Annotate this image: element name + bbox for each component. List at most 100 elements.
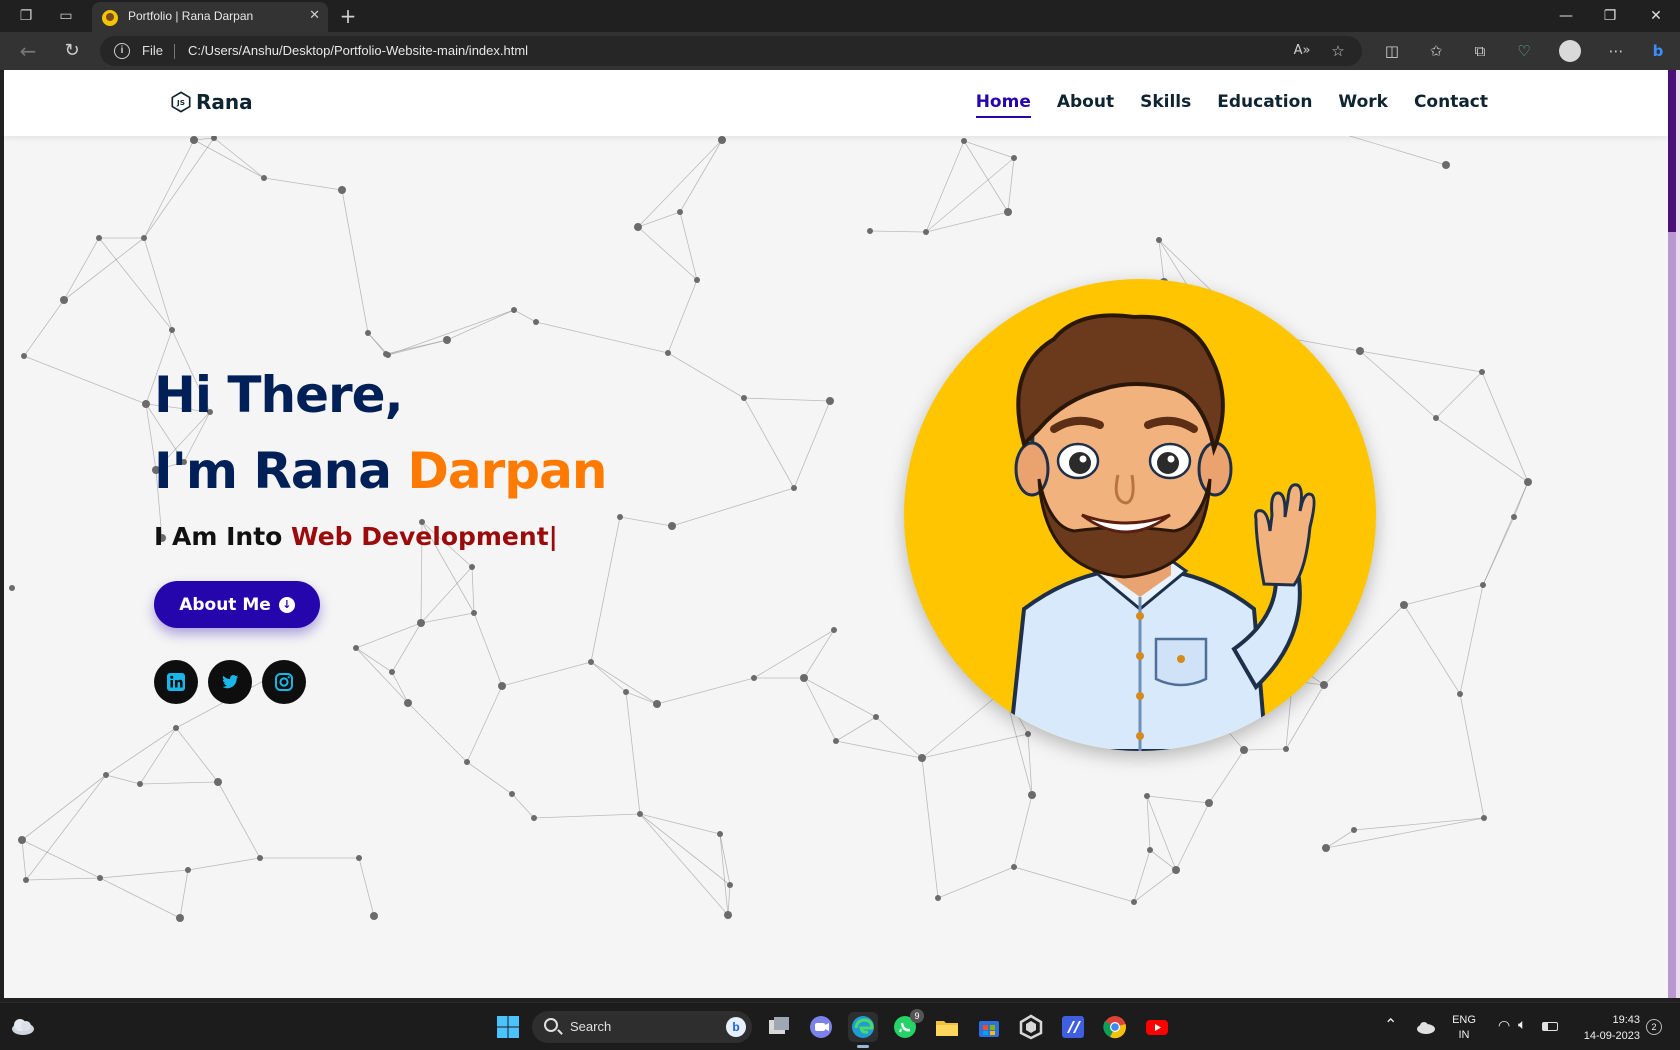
network-node (1205, 799, 1213, 807)
clock[interactable]: 19:43 14-09-2023 (1570, 1012, 1640, 1044)
network-node (173, 725, 179, 731)
network-node (96, 235, 102, 241)
volume-icon[interactable]: 🔈︎ (1518, 1016, 1526, 1033)
tab-actions-icon[interactable]: ▭ (54, 4, 78, 28)
address-separator (174, 44, 175, 59)
read-aloud-icon[interactable]: A» (1290, 39, 1314, 63)
nav-skills[interactable]: Skills (1140, 92, 1191, 118)
bing-icon[interactable]: b (726, 1017, 746, 1037)
browser-essentials-icon[interactable]: ♡ (1512, 39, 1536, 63)
microsoft-store-icon[interactable] (974, 1012, 1004, 1042)
network-node (961, 138, 967, 144)
hero-tagline: I Am Into Web Development| (154, 522, 558, 551)
network-node (389, 669, 395, 675)
network-node (718, 136, 726, 144)
network-node (261, 175, 267, 181)
page-viewport: JS Rana Home About Skills Education Work… (4, 70, 1668, 998)
site-info-icon[interactable]: i (114, 43, 130, 59)
back-icon[interactable]: ← (16, 39, 40, 63)
visual-studio-app-icon[interactable] (1058, 1012, 1088, 1042)
split-screen-icon[interactable]: ◫ (1380, 39, 1404, 63)
url-text[interactable]: C:/Users/Anshu/Desktop/Portfolio-Website… (188, 43, 528, 58)
network-node (1147, 847, 1153, 853)
battery-icon[interactable] (1542, 1022, 1558, 1031)
network-node (417, 619, 425, 627)
search-label: Search (570, 1019, 612, 1034)
region-code: IN (1458, 1029, 1470, 1041)
notification-badge[interactable]: 2 (1646, 1019, 1662, 1035)
network-node (1240, 746, 1248, 754)
network-node (1011, 155, 1017, 161)
network-node (176, 914, 184, 922)
linkedin-icon (167, 673, 185, 691)
network-node (185, 867, 191, 873)
copilot-icon[interactable]: b (1646, 39, 1670, 63)
linkedin-link[interactable] (154, 660, 198, 704)
language-code: ENG (1452, 1014, 1476, 1026)
address-bar[interactable]: i File C:/Users/Anshu/Desktop/Portfolio-… (100, 36, 1362, 66)
more-menu-icon[interactable]: ⋯ (1604, 39, 1628, 63)
site-logo[interactable]: JS Rana (170, 90, 253, 114)
network-node (498, 682, 506, 690)
onedrive-icon[interactable] (1416, 1019, 1436, 1038)
tab-close-icon[interactable]: ✕ (309, 8, 320, 23)
network-node (617, 514, 623, 520)
network-node (1400, 601, 1408, 609)
search-icon (544, 1018, 558, 1032)
waving-man-avatar (1006, 313, 1316, 751)
network-node (1320, 681, 1328, 689)
taskbar-search[interactable]: Search b (532, 1011, 752, 1043)
browser-tab[interactable]: Portfolio | Rana Darpan ✕ (92, 2, 328, 32)
scrollbar-thumb[interactable] (1668, 70, 1676, 232)
edge-icon[interactable] (848, 1012, 878, 1048)
show-hidden-icons-chevron-icon[interactable]: ⌃ (1384, 1015, 1397, 1035)
network-node (97, 875, 103, 881)
nav-home[interactable]: Home (975, 92, 1031, 118)
collections-icon[interactable]: ⧉ (1468, 39, 1492, 63)
weather-widget-icon[interactable] (10, 1015, 36, 1037)
network-node (831, 627, 837, 633)
close-window-icon[interactable]: ✕ (1636, 4, 1676, 28)
twitter-link[interactable] (208, 660, 252, 704)
scrollbar-track-fill (1668, 232, 1676, 998)
network-node (588, 659, 594, 665)
main-nav: Home About Skills Education Work Contact (975, 92, 1488, 118)
nav-contact[interactable]: Contact (1414, 92, 1488, 118)
network-node (1524, 478, 1532, 486)
nav-work[interactable]: Work (1338, 92, 1388, 118)
network-node (1028, 791, 1036, 799)
new-tab-icon[interactable]: + (336, 4, 360, 28)
restore-icon[interactable]: ❐ (1590, 4, 1630, 28)
minimize-icon[interactable]: — (1546, 4, 1586, 28)
network-node (385, 352, 391, 358)
wifi-icon[interactable]: ◠ (1498, 1017, 1510, 1034)
file-label: File (142, 43, 163, 58)
task-view-icon[interactable] (764, 1012, 794, 1042)
profile-avatar[interactable] (1558, 39, 1582, 63)
whatsapp-icon[interactable]: 9 (890, 1009, 924, 1042)
windows-taskbar: Search b 9 ⌃ ENG IN ◠ 🔈︎ 19:43 14-09-202… (0, 1002, 1680, 1050)
unity-icon[interactable] (1016, 1012, 1046, 1042)
instagram-link[interactable] (262, 660, 306, 704)
arrow-down-circle-icon: ↓ (278, 596, 295, 613)
network-node (1511, 514, 1517, 520)
teams-chat-icon[interactable] (806, 1012, 836, 1042)
chrome-icon[interactable] (1100, 1012, 1130, 1042)
about-me-button[interactable]: About Me ↓ (154, 581, 320, 628)
start-windows-icon[interactable] (496, 1015, 520, 1039)
network-node (717, 831, 723, 837)
network-node (1172, 866, 1180, 874)
workspaces-icon[interactable]: ❐ (14, 4, 38, 28)
network-node (471, 610, 477, 616)
refresh-icon[interactable]: ↻ (60, 39, 84, 63)
network-node (873, 714, 879, 720)
nav-about[interactable]: About (1057, 92, 1114, 118)
favorites-icon[interactable]: ✩ (1424, 39, 1448, 63)
favorite-star-icon[interactable]: ☆ (1326, 39, 1350, 63)
network-node (800, 674, 808, 682)
language-indicator[interactable]: ENG IN (1446, 1013, 1482, 1043)
file-explorer-icon[interactable] (932, 1012, 962, 1042)
network-node (443, 336, 451, 344)
youtube-icon[interactable] (1142, 1012, 1172, 1042)
nav-education[interactable]: Education (1217, 92, 1312, 118)
